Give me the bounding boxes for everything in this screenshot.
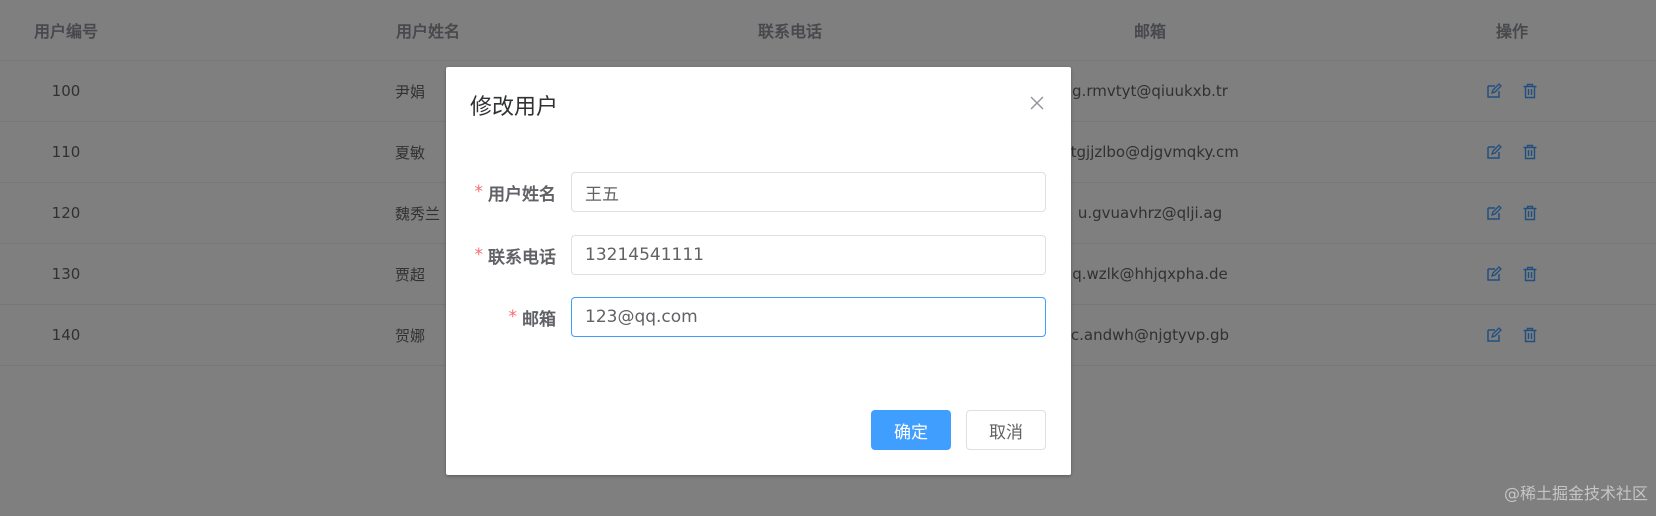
phone-label-text: 联系电话 <box>488 247 556 268</box>
phone-field[interactable] <box>571 235 1046 275</box>
form-item-email: * 邮箱 <box>446 297 1071 337</box>
name-label-text: 用户姓名 <box>488 184 556 205</box>
close-icon[interactable] <box>1029 95 1045 111</box>
cancel-button[interactable]: 取消 <box>966 410 1046 450</box>
email-label-text: 邮箱 <box>522 309 556 330</box>
form-item-phone: * 联系电话 <box>446 235 1071 275</box>
watermark: @稀土掘金技术社区 <box>1503 484 1648 503</box>
form-item-name: * 用户姓名 <box>446 172 1071 212</box>
dialog-title: 修改用户 <box>470 95 559 120</box>
phone-label: * 联系电话 <box>475 235 557 275</box>
confirm-button[interactable]: 确定 <box>871 410 951 450</box>
email-field[interactable] <box>571 297 1046 337</box>
name-label: * 用户姓名 <box>475 172 557 212</box>
edit-user-dialog: 修改用户 * 用户姓名 * 联系电话 * 邮箱 确定 取消 <box>446 67 1071 475</box>
name-field[interactable] <box>571 172 1046 212</box>
email-label: * 邮箱 <box>509 297 557 337</box>
required-mark: * <box>508 307 518 327</box>
required-mark: * <box>474 245 484 265</box>
required-mark: * <box>474 182 484 202</box>
